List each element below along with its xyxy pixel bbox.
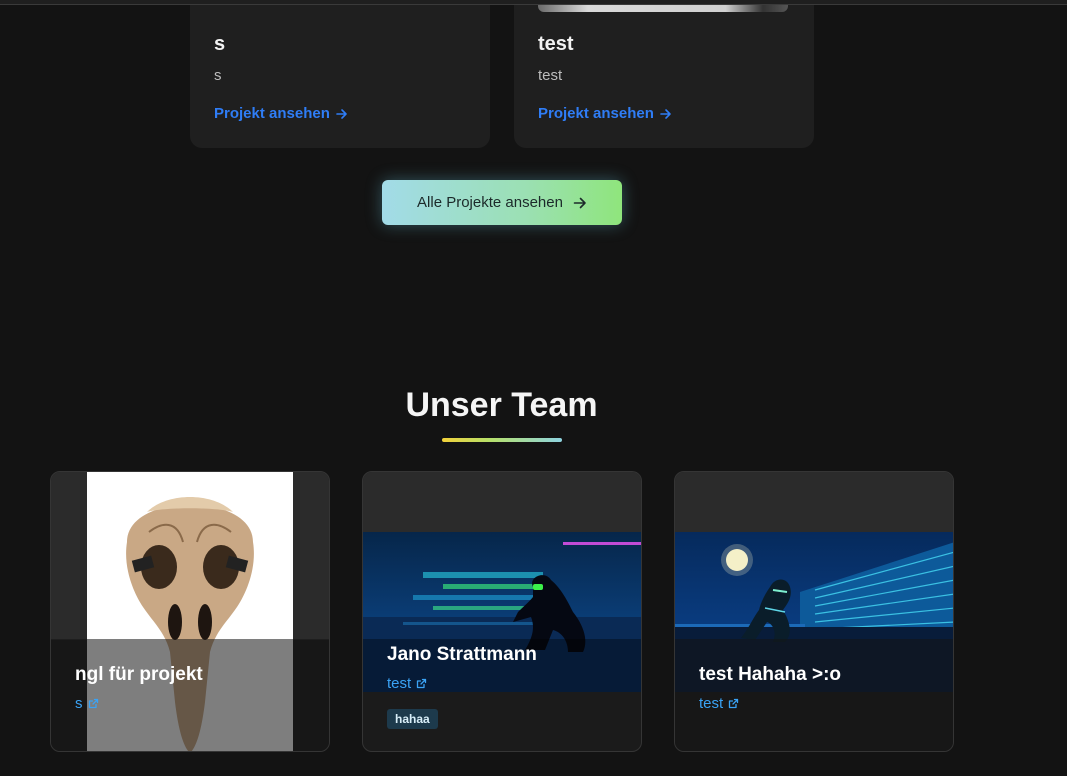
member-name: ngl für projekt — [75, 664, 203, 685]
member-link-label: test — [699, 695, 724, 712]
project-card: s s Projekt ansehen — [190, 5, 490, 148]
view-project-label: Projekt ansehen — [214, 105, 330, 122]
all-projects-button[interactable]: Alle Projekte ansehen — [382, 180, 622, 225]
team-section-title: Unser Team — [405, 386, 598, 424]
member-tag-badge: hahaa — [387, 709, 438, 729]
member-name: Jano Strattmann — [387, 644, 537, 665]
team-member-card: test Hahaha >:o test — [674, 471, 954, 752]
member-link[interactable]: test — [387, 675, 427, 692]
project-title: test — [538, 33, 574, 55]
member-link-label: s — [75, 695, 83, 712]
arrow-right-icon — [336, 108, 347, 119]
project-description: s — [214, 67, 222, 84]
project-card: test test Projekt ansehen — [514, 5, 814, 148]
view-project-label: Projekt ansehen — [538, 105, 654, 122]
team-member-card: ngl für projekt s — [50, 471, 330, 752]
member-link[interactable]: s — [75, 695, 99, 712]
view-project-link[interactable]: Projekt ansehen — [538, 105, 672, 122]
team-member-card: Jano Strattmann test hahaa — [362, 471, 642, 752]
view-project-link[interactable]: Projekt ansehen — [214, 105, 348, 122]
member-link-label: test — [387, 675, 412, 692]
project-thumbnail[interactable] — [538, 5, 788, 12]
member-name: test Hahaha >:o — [699, 664, 842, 685]
external-link-icon — [88, 698, 98, 709]
title-underline — [442, 438, 562, 442]
project-title: s — [214, 33, 226, 55]
arrow-right-icon — [660, 108, 671, 119]
project-description: test — [538, 67, 563, 84]
member-link[interactable]: test — [699, 695, 739, 712]
external-link-icon — [417, 678, 427, 689]
external-link-icon — [729, 698, 739, 709]
all-projects-label: Alle Projekte ansehen — [417, 194, 563, 211]
arrow-right-icon — [573, 197, 586, 208]
